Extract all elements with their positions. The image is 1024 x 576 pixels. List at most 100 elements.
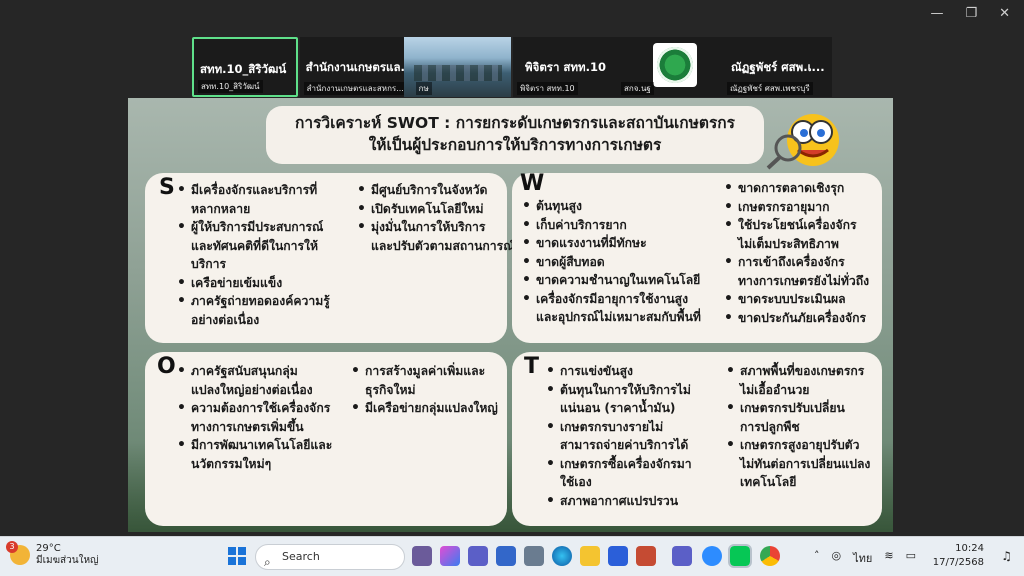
list-item-cont: ไม่ทันต่อการเปลี่ยนแปลง [740, 456, 871, 471]
network-icon[interactable]: ◎ [832, 549, 842, 567]
list-item: เครื่องจักรมีอายุการใช้งานสูง [522, 290, 701, 309]
weather-widget[interactable]: 3 29°C มีเมฆส่วนใหญ่ [6, 541, 99, 567]
list-item: ขาดการตลาดเชิงรุก [724, 179, 869, 198]
participant-tile[interactable]: สทท.10_สิริวัฒน์ สทท.10_สิริวัฒน์ [192, 37, 298, 97]
list-item: ต้นทุนสูง [522, 197, 701, 216]
list-item-cont: ทางการเกษตรยังไม่ทั่วถึง [738, 273, 870, 288]
participant-caption: สำนักงานเกษตรและสหกร... [303, 82, 404, 95]
threats-letter: T [524, 354, 540, 379]
list-item: ขาดระบบประเมินผล [724, 290, 869, 309]
list-item: การสร้างมูลค่าเพิ่มและ [351, 362, 498, 381]
app-icon[interactable] [496, 546, 516, 566]
line-icon[interactable] [728, 544, 752, 568]
chevron-up-icon[interactable]: ˄ [814, 549, 820, 567]
threats-list-1: การแข่งขันสูง ต้นทุนในการให้บริการไม่ แน… [546, 362, 692, 510]
wifi-icon[interactable]: ≋ [884, 549, 893, 567]
list-item: ต้นทุนในการให้บริการไม่ [546, 381, 692, 400]
task-view-icon[interactable] [412, 546, 432, 566]
strengths-letter: S [159, 175, 175, 200]
app-icon[interactable] [636, 546, 656, 566]
weaknesses-list-2: ขาดการตลาดเชิงรุก เกษตรกรอายุมาก ใช้ประโ… [724, 179, 869, 327]
taskbar: 3 29°C มีเมฆส่วนใหญ่ ⌕ Search ˄ ◎ ไทย ≋ … [0, 536, 1024, 576]
weather-icon: 3 [6, 541, 30, 565]
participant-tile[interactable]: สำนักงานเกษตรแล... สำนักงานเกษตรและสหกร.… [299, 37, 511, 97]
list-item: มีเครือข่ายกลุ่มแปลงใหญ่ [351, 399, 498, 418]
list-item-cont: การปลูกพืช [740, 419, 800, 434]
strengths-box: S มีเครื่องจักรและบริการที่ หลากหลาย ผู้… [145, 173, 515, 343]
list-item: มีเครื่องจักรและบริการที่ [177, 181, 330, 200]
list-item-cont: อย่างต่อเนื่อง [191, 312, 260, 327]
slide-title: การวิเคราะห์ SWOT : การยกระดับเกษตรกรและ… [266, 106, 764, 164]
taskbar-search[interactable]: ⌕ Search [255, 544, 405, 570]
threats-list-2: สภาพพื้นที่ของเกษตรกร ไม่เอื้ออำนวย เกษต… [726, 362, 870, 492]
list-item: เกษตรกรบางรายไม่ [546, 418, 692, 437]
list-item-cont: บริการ [191, 257, 227, 271]
opportunities-list-1: ภาครัฐสนับสนุนกลุ่ม แปลงใหญ่อย่างต่อเนื่… [177, 362, 332, 473]
copilot-icon[interactable] [440, 546, 460, 566]
language-indicator[interactable]: ไทย [853, 549, 872, 567]
list-item: เกษตรกรซื้อเครื่องจักรมา [546, 455, 692, 474]
list-item: สภาพพื้นที่ของเกษตรกร [726, 362, 870, 381]
list-item-cont: หลากหลาย [191, 201, 251, 216]
system-tray: ˄ ◎ ไทย ≋ ▭ [814, 549, 916, 567]
list-item: เกษตรกรสูงอายุปรับตัว [726, 436, 870, 455]
strengths-list-1: มีเครื่องจักรและบริการที่ หลากหลาย ผู้ให… [177, 181, 330, 329]
clock-time: 10:24 [955, 543, 984, 554]
zoom-icon[interactable] [702, 546, 722, 566]
notification-badge: 3 [6, 541, 18, 553]
battery-icon[interactable]: ▭ [906, 549, 916, 567]
participant-name: สทท.10_สิริวัฒน์ [200, 62, 287, 76]
threats-box: T การแข่งขันสูง ต้นทุนในการให้บริการไม่ … [512, 352, 882, 526]
file-explorer-icon[interactable] [580, 546, 600, 566]
list-item: สภาพอากาศแปรปรวน [546, 492, 692, 511]
list-item: เครือข่ายเข้มแข็ง [177, 274, 330, 293]
participant-tile[interactable]: พิจิตรา สทท.10 พิจิตรา สทท.10 สกจ.นฐ ณัฏ… [513, 37, 832, 97]
store-icon[interactable] [608, 546, 628, 566]
list-item: มุ่งมั่นในการให้บริการ [357, 218, 515, 237]
opportunities-box: O ภาครัฐสนับสนุนกลุ่ม แปลงใหญ่อย่างต่อเน… [145, 352, 507, 526]
list-item: เปิดรับเทคโนโลยีใหม่ [357, 200, 515, 219]
shared-slide: การวิเคราะห์ SWOT : การยกระดับเกษตรกรและ… [128, 98, 893, 532]
windows-start-icon[interactable] [228, 547, 246, 565]
close-button[interactable]: ✕ [999, 6, 1010, 21]
list-item-cont: และอุปกรณ์ไม่เหมาะสมกับพื้นที่ [536, 310, 701, 324]
list-item: การเข้าถึงเครื่องจักร [724, 253, 869, 272]
list-item: ผู้ให้บริการมีประสบการณ์ [177, 218, 330, 237]
temperature: 29°C [36, 543, 61, 554]
list-item: ขาดความชำนาญในเทคโนโลยี [522, 271, 701, 290]
opportunities-letter: O [157, 354, 176, 379]
search-icon: ⌕ [264, 555, 271, 569]
title-line-1: การวิเคราะห์ SWOT : การยกระดับเกษตรกรและ… [295, 114, 735, 132]
calculator-icon[interactable] [524, 546, 544, 566]
weaknesses-list-1: ต้นทุนสูง เก็บค่าบริการยาก ขาดแรงงานที่ม… [522, 197, 701, 327]
participant-caption: กษ [415, 82, 432, 95]
clock[interactable]: 10:24 17/7/2568 [933, 542, 984, 570]
notification-bell-icon[interactable]: ♫ [1001, 549, 1012, 563]
list-item: เกษตรกรอายุมาก [724, 198, 869, 217]
participant-name: สำนักงานเกษตรแล... [305, 60, 414, 74]
clock-date: 17/7/2568 [932, 557, 984, 568]
list-item: ขาดประกันภัยเครื่องจักร [724, 309, 869, 328]
list-item-cont: ใช้เอง [560, 475, 592, 489]
list-item: ขาดผู้สืบทอด [522, 253, 701, 272]
list-item: เก็บค่าบริการยาก [522, 216, 701, 235]
list-item: ใช้ประโยชน์เครื่องจักร [724, 216, 869, 235]
participant-logo [653, 43, 697, 87]
participant-name: พิจิตรา สทท.10 [525, 60, 606, 74]
maximize-button[interactable]: ❐ [965, 6, 977, 21]
edge-icon[interactable] [552, 546, 572, 566]
strengths-list-2: มีศูนย์บริการในจังหวัด เปิดรับเทคโนโลยีใ… [357, 181, 515, 255]
chrome-icon[interactable] [760, 546, 780, 566]
list-item-cont: แปลงใหญ่อย่างต่อเนื่อง [191, 382, 313, 397]
teams-icon[interactable] [468, 546, 488, 566]
teams-icon[interactable] [672, 546, 692, 566]
list-item-cont: นวัตกรรมใหม่ๆ [191, 456, 272, 471]
weaknesses-letter: W [520, 171, 545, 196]
list-item-cont: เทคโนโลยี [740, 475, 797, 489]
list-item-cont: ทางการเกษตรเพิ่มขึ้น [191, 419, 304, 434]
list-item-cont: ไม่เต็มประสิทธิภาพ [738, 236, 839, 251]
seal-icon [657, 47, 693, 83]
list-item: ความต้องการใช้เครื่องจักร [177, 399, 332, 418]
minimize-button[interactable]: — [930, 6, 943, 21]
list-item: เกษตรกรปรับเปลี่ยน [726, 399, 870, 418]
